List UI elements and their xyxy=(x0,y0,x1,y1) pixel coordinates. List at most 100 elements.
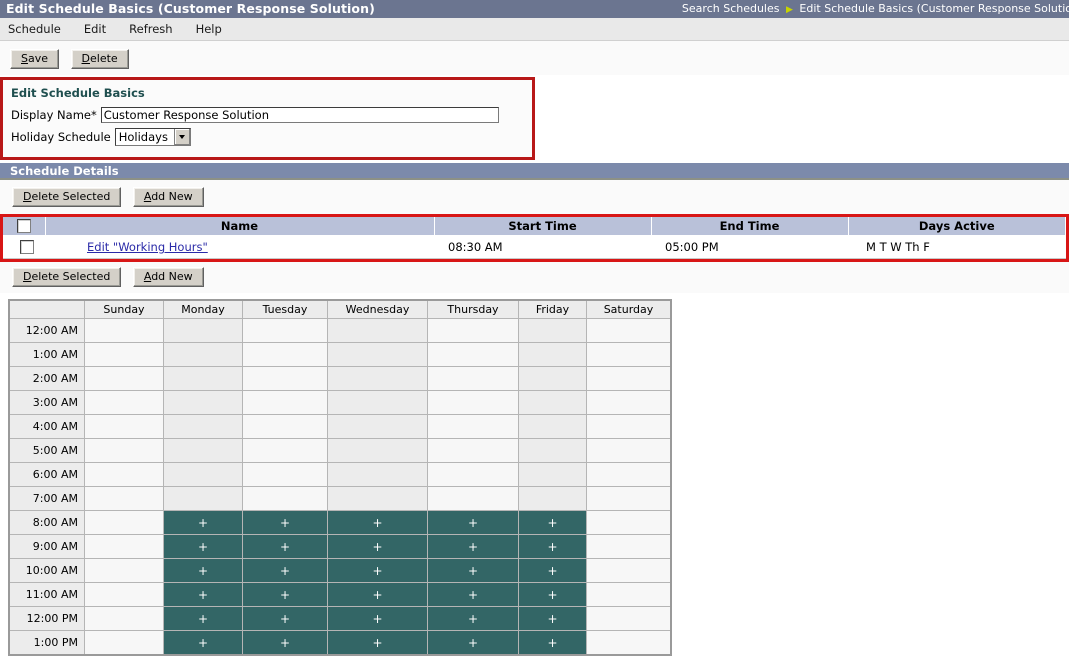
calendar-cell-friday-800am[interactable]: + xyxy=(518,510,587,535)
calendar-cell-monday-1200pm[interactable]: + xyxy=(163,606,243,631)
calendar-cell-wednesday-800am[interactable]: + xyxy=(327,510,428,535)
column-header-name[interactable]: Name xyxy=(45,217,435,236)
calendar-cell-saturday-900am[interactable] xyxy=(586,534,672,559)
calendar-cell-saturday-700am[interactable] xyxy=(586,486,672,511)
calendar-cell-thursday-700am[interactable] xyxy=(427,486,519,511)
calendar-cell-thursday-1000am[interactable]: + xyxy=(427,558,519,583)
calendar-cell-sunday-1100am[interactable] xyxy=(84,582,164,607)
calendar-cell-saturday-1100am[interactable] xyxy=(586,582,672,607)
calendar-cell-tuesday-100pm[interactable]: + xyxy=(242,630,328,656)
calendar-cell-friday-600am[interactable] xyxy=(518,462,587,487)
calendar-cell-sunday-1200pm[interactable] xyxy=(84,606,164,631)
calendar-cell-sunday-200am[interactable] xyxy=(84,366,164,391)
calendar-cell-wednesday-1100am[interactable]: + xyxy=(327,582,428,607)
calendar-cell-thursday-300am[interactable] xyxy=(427,390,519,415)
calendar-cell-wednesday-1000am[interactable]: + xyxy=(327,558,428,583)
calendar-cell-saturday-1200pm[interactable] xyxy=(586,606,672,631)
column-header-start-time[interactable]: Start Time xyxy=(434,217,652,236)
menu-item-edit[interactable]: Edit xyxy=(84,22,119,36)
calendar-cell-monday-1000am[interactable]: + xyxy=(163,558,243,583)
calendar-cell-wednesday-600am[interactable] xyxy=(327,462,428,487)
calendar-cell-sunday-500am[interactable] xyxy=(84,438,164,463)
calendar-cell-friday-100am[interactable] xyxy=(518,342,587,367)
calendar-cell-thursday-100am[interactable] xyxy=(427,342,519,367)
calendar-cell-tuesday-1200am[interactable] xyxy=(242,318,328,343)
calendar-cell-thursday-800am[interactable]: + xyxy=(427,510,519,535)
calendar-cell-thursday-200am[interactable] xyxy=(427,366,519,391)
calendar-cell-friday-100pm[interactable]: + xyxy=(518,630,587,656)
save-button[interactable]: Save xyxy=(10,49,60,69)
calendar-cell-sunday-900am[interactable] xyxy=(84,534,164,559)
calendar-cell-friday-200am[interactable] xyxy=(518,366,587,391)
calendar-cell-monday-500am[interactable] xyxy=(163,438,243,463)
calendar-cell-monday-800am[interactable]: + xyxy=(163,510,243,535)
chevron-down-icon[interactable] xyxy=(173,128,190,145)
calendar-cell-monday-1100am[interactable]: + xyxy=(163,582,243,607)
calendar-cell-sunday-100pm[interactable] xyxy=(84,630,164,656)
calendar-cell-tuesday-100am[interactable] xyxy=(242,342,328,367)
calendar-cell-sunday-100am[interactable] xyxy=(84,342,164,367)
calendar-cell-wednesday-200am[interactable] xyxy=(327,366,428,391)
calendar-cell-monday-400am[interactable] xyxy=(163,414,243,439)
calendar-cell-sunday-1000am[interactable] xyxy=(84,558,164,583)
calendar-cell-tuesday-200am[interactable] xyxy=(242,366,328,391)
calendar-cell-thursday-400am[interactable] xyxy=(427,414,519,439)
row-checkbox[interactable] xyxy=(20,240,34,255)
calendar-cell-wednesday-500am[interactable] xyxy=(327,438,428,463)
calendar-cell-wednesday-1200am[interactable] xyxy=(327,318,428,343)
calendar-cell-tuesday-1200pm[interactable]: + xyxy=(242,606,328,631)
calendar-cell-friday-1000am[interactable]: + xyxy=(518,558,587,583)
calendar-cell-wednesday-100am[interactable] xyxy=(327,342,428,367)
calendar-cell-saturday-100am[interactable] xyxy=(586,342,672,367)
calendar-cell-sunday-600am[interactable] xyxy=(84,462,164,487)
column-header-end-time[interactable]: End Time xyxy=(651,217,849,236)
calendar-cell-saturday-300am[interactable] xyxy=(586,390,672,415)
calendar-cell-tuesday-600am[interactable] xyxy=(242,462,328,487)
calendar-cell-saturday-500am[interactable] xyxy=(586,438,672,463)
calendar-cell-wednesday-300am[interactable] xyxy=(327,390,428,415)
calendar-cell-saturday-600am[interactable] xyxy=(586,462,672,487)
calendar-cell-monday-200am[interactable] xyxy=(163,366,243,391)
calendar-cell-wednesday-1200pm[interactable]: + xyxy=(327,606,428,631)
calendar-cell-thursday-1100am[interactable]: + xyxy=(427,582,519,607)
calendar-cell-monday-100pm[interactable]: + xyxy=(163,630,243,656)
calendar-cell-monday-900am[interactable]: + xyxy=(163,534,243,559)
calendar-cell-friday-700am[interactable] xyxy=(518,486,587,511)
calendar-cell-friday-400am[interactable] xyxy=(518,414,587,439)
calendar-cell-thursday-1200pm[interactable]: + xyxy=(427,606,519,631)
calendar-cell-friday-500am[interactable] xyxy=(518,438,587,463)
menu-item-refresh[interactable]: Refresh xyxy=(129,22,185,36)
calendar-cell-sunday-1200am[interactable] xyxy=(84,318,164,343)
calendar-cell-thursday-100pm[interactable]: + xyxy=(427,630,519,656)
calendar-cell-monday-100am[interactable] xyxy=(163,342,243,367)
calendar-cell-saturday-1200am[interactable] xyxy=(586,318,672,343)
calendar-cell-saturday-1000am[interactable] xyxy=(586,558,672,583)
calendar-cell-thursday-500am[interactable] xyxy=(427,438,519,463)
calendar-cell-friday-300am[interactable] xyxy=(518,390,587,415)
delete-button[interactable]: Delete xyxy=(70,49,129,69)
menu-item-help[interactable]: Help xyxy=(196,22,235,36)
calendar-cell-monday-1200am[interactable] xyxy=(163,318,243,343)
calendar-cell-tuesday-300am[interactable] xyxy=(242,390,328,415)
calendar-cell-thursday-1200am[interactable] xyxy=(427,318,519,343)
calendar-cell-tuesday-1000am[interactable]: + xyxy=(242,558,328,583)
calendar-cell-saturday-800am[interactable] xyxy=(586,510,672,535)
calendar-cell-monday-600am[interactable] xyxy=(163,462,243,487)
display-name-input[interactable] xyxy=(100,106,499,123)
calendar-cell-friday-900am[interactable]: + xyxy=(518,534,587,559)
calendar-cell-monday-300am[interactable] xyxy=(163,390,243,415)
calendar-cell-tuesday-800am[interactable]: + xyxy=(242,510,328,535)
edit-working-hours-link[interactable]: Edit "Working Hours" xyxy=(87,240,208,254)
holiday-schedule-select[interactable]: Holidays xyxy=(114,127,191,146)
calendar-cell-sunday-400am[interactable] xyxy=(84,414,164,439)
calendar-cell-wednesday-100pm[interactable]: + xyxy=(327,630,428,656)
delete-selected-button-bottom[interactable]: Delete Selected xyxy=(12,267,122,287)
calendar-cell-saturday-200am[interactable] xyxy=(586,366,672,391)
calendar-cell-saturday-100pm[interactable] xyxy=(586,630,672,656)
calendar-cell-wednesday-400am[interactable] xyxy=(327,414,428,439)
calendar-cell-tuesday-700am[interactable] xyxy=(242,486,328,511)
calendar-cell-friday-1200pm[interactable]: + xyxy=(518,606,587,631)
calendar-cell-monday-700am[interactable] xyxy=(163,486,243,511)
delete-selected-button-top[interactable]: Delete Selected xyxy=(12,187,122,207)
calendar-cell-tuesday-400am[interactable] xyxy=(242,414,328,439)
